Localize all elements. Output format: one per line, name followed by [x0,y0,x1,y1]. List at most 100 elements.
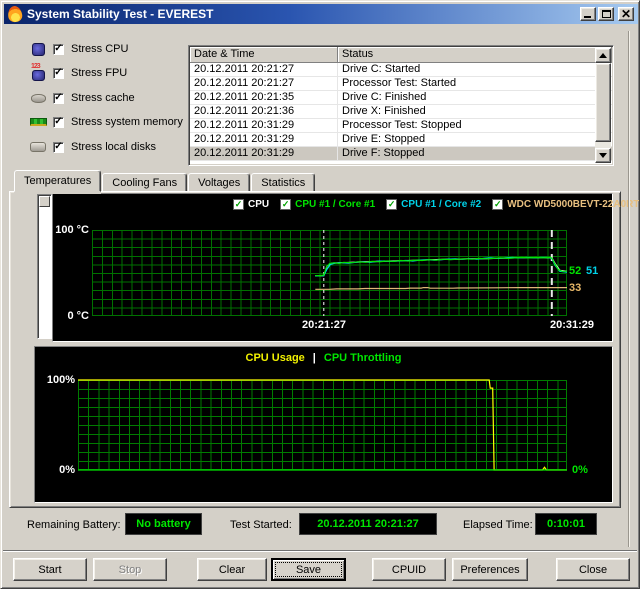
usage-title-part: CPU Throttling [323,352,402,364]
stress-checkbox-label: Stress FPU [71,67,128,79]
preferences-button[interactable]: Preferences [452,558,528,581]
stress-checkbox-label: Stress cache [71,92,135,104]
table-row[interactable]: 20.12.2011 20:21:36 Drive X: Finished [190,105,612,119]
stop-button: Stop [93,558,167,581]
legend-label: WDC WD5000BEVT-22A0RT0 [507,198,640,210]
battery-label: Remaining Battery: [27,519,121,531]
cell-status: Drive C: Finished [342,91,427,103]
cell-datetime: 20.12.2011 20:31:29 [190,119,338,132]
usage-title-part: | [312,352,316,364]
list-scrollbar[interactable] [595,48,611,163]
legend-item: ✓ WDC WD5000BEVT-22A0RT0 [492,198,640,210]
cell-datetime: 20.12.2011 20:21:35 [190,91,338,104]
temp-y-max-label: 100 °C [55,224,89,236]
temp-y-min-label: 0 °C [67,310,89,322]
event-log-list[interactable]: Date & Time Status 20.12.2011 20:21:27 Dr… [188,45,614,166]
save-button[interactable]: Save [271,558,346,581]
start-button[interactable]: Start [13,558,87,581]
cpuid-button[interactable]: CPUID [372,558,446,581]
stress-checkbox[interactable]: ✓ [53,67,64,79]
legend-checkbox[interactable]: ✓ [492,198,504,210]
scroll-up-button[interactable] [595,48,611,63]
end-value-label: 33 [569,282,582,294]
table-row[interactable]: 20.12.2011 20:31:29 Drive F: Stopped [190,147,612,161]
cpu-usage-chart-panel: CPU Usage | CPU Throttling 100% 0% 0% [34,346,613,503]
legend-checkbox[interactable]: ✓ [233,198,244,210]
series-cpu-usage [78,379,567,471]
legend-label: CPU #1 / Core #2 [401,198,482,210]
elapsed-time-label: Elapsed Time: [463,519,533,531]
scroll-down-button[interactable] [595,148,611,163]
cpu-icon [29,42,47,56]
table-row[interactable]: 20.12.2011 20:31:29 Processor Test: Stopp… [190,119,612,133]
usage-y-min-label: 0% [59,464,75,476]
temp-chart-left-scrollbar[interactable] [37,194,52,339]
cell-datetime: 20.12.2011 20:21:27 [190,77,338,90]
stress-option-row: ✓ Stress system memory [29,114,183,130]
minimize-button[interactable] [580,7,596,21]
event-log-rows: 20.12.2011 20:21:27 Drive C: Started 20.12… [190,63,612,161]
close-button[interactable]: Close [556,558,630,581]
throttling-value-label: 0% [572,464,588,476]
legend-item: ✓ CPU #1 / Core #2 [386,198,482,210]
mem-icon [29,118,47,126]
stress-option-row: ✓ Stress CPU [29,41,128,57]
event-log-header: Date & Time Status [190,47,612,63]
cache-icon [29,93,47,103]
test-started-value: 20.12.2011 20:21:27 [299,513,437,535]
temp-x-tick-end: 20:31:29 [549,319,595,331]
cell-status: Processor Test: Stopped [342,119,462,131]
table-row[interactable]: 20.12.2011 20:21:27 Drive C: Started [190,63,612,77]
temp-chart-left-scrollbar-thumb[interactable] [39,196,50,207]
system-stability-test-window: System Stability Test - EVEREST ✕ ✓ Stres… [0,0,640,589]
legend-checkbox[interactable]: ✓ [386,198,398,210]
legend-item: ✓ CPU [233,198,270,210]
titlebar[interactable]: System Stability Test - EVEREST ✕ [4,4,638,24]
stress-checkbox-label: Stress CPU [71,43,129,55]
right-edge-groove [628,31,630,547]
cell-datetime: 20.12.2011 20:21:27 [190,63,338,76]
stress-option-row: ✓ Stress local disks [29,139,156,155]
stress-checkbox[interactable]: ✓ [53,43,64,55]
cell-datetime: 20.12.2011 20:21:36 [190,105,338,118]
table-row[interactable]: 20.12.2011 20:31:29 Drive E: Stopped [190,133,612,147]
tab-statistics[interactable]: Statistics [251,173,316,192]
cpu-usage-plot [78,379,567,471]
legend-label: CPU [248,198,270,210]
cell-status: Drive F: Stopped [342,147,425,159]
usage-y-max-label: 100% [46,374,75,386]
legend-checkbox[interactable]: ✓ [280,198,292,210]
minimize-icon [584,16,591,18]
clear-button[interactable]: Clear [197,558,267,581]
cell-datetime: 20.12.2011 20:31:29 [190,147,338,160]
tab-voltages[interactable]: Voltages [188,173,251,192]
stress-checkbox[interactable]: ✓ [53,116,64,128]
window-title: System Stability Test - EVEREST [27,7,214,21]
stress-checkbox-label: Stress local disks [71,141,156,153]
table-row[interactable]: 20.12.2011 20:21:27 Processor Test: Start… [190,77,612,91]
temp-x-tick-start: 20:21:27 [301,319,347,331]
column-header-datetime[interactable]: Date & Time [190,47,338,63]
cell-status: Drive X: Finished [342,105,426,117]
cpu-usage-title: CPU Usage | CPU Throttling [35,352,612,364]
elapsed-time-value: 0:10:01 [535,513,597,535]
maximize-button[interactable] [598,7,614,21]
tab-cooling-fans[interactable]: Cooling Fans [102,173,188,192]
stress-option-row: 123 ✓ Stress FPU [29,63,128,81]
button-separator [3,550,637,552]
temperature-legend: ✓ CPU ✓ CPU #1 / Core #1 ✓ CPU #1 / Core #2 ✓ W… [233,197,640,211]
cell-datetime: 20.12.2011 20:31:29 [190,133,338,146]
stress-checkbox[interactable]: ✓ [53,141,64,153]
list-scrollbar-thumb[interactable] [595,63,611,142]
event-log-inner: Date & Time Status 20.12.2011 20:21:27 Dr… [190,47,612,164]
end-value-label: 52 [569,265,582,277]
scroll-up-icon [599,53,607,58]
series-cpu [315,257,568,277]
battery-value: No battery [125,513,202,535]
column-header-status[interactable]: Status [338,47,612,63]
scroll-down-icon [599,153,607,158]
close-button[interactable]: ✕ [618,7,634,21]
table-row[interactable]: 20.12.2011 20:21:35 Drive C: Finished [190,91,612,105]
tab-temperatures[interactable]: Temperatures [14,170,102,192]
stress-checkbox[interactable]: ✓ [53,92,64,104]
